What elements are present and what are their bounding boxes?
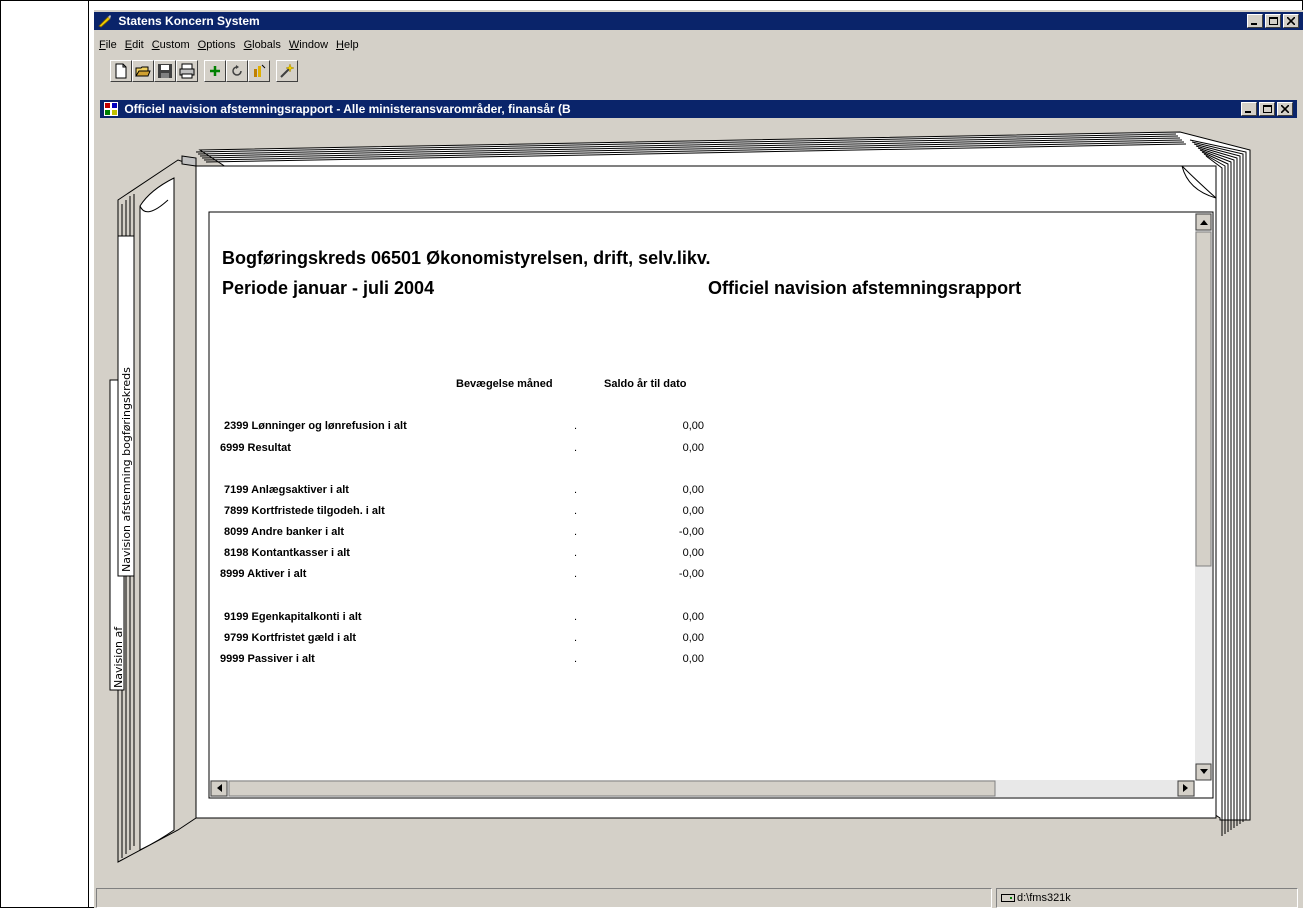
report-row-month-value: . xyxy=(574,653,578,665)
report-row-ytd-value: 0,00 xyxy=(682,505,704,517)
report-row-ytd-value: -0,00 xyxy=(678,568,704,580)
report-horizontal-scrollbar[interactable] xyxy=(210,780,1195,797)
open-button[interactable] xyxy=(132,60,154,82)
refresh-icon xyxy=(232,65,242,76)
app-maximize-button[interactable] xyxy=(1265,14,1281,28)
menu-file[interactable]: File xyxy=(96,36,120,54)
add-button[interactable] xyxy=(204,60,226,82)
menu-custom[interactable]: Custom xyxy=(149,36,193,54)
refresh-button[interactable] xyxy=(226,60,248,82)
menu-edit[interactable]: Edit xyxy=(122,36,147,54)
report-row-ytd-value: 0,00 xyxy=(682,547,704,559)
report-vertical-scrollbar[interactable] xyxy=(1195,213,1212,780)
report-row-label: 9999 Passiver i alt xyxy=(220,653,315,665)
run-report-button[interactable] xyxy=(248,60,270,82)
menu-globals[interactable]: Globals xyxy=(241,36,284,54)
menu-window[interactable]: Window xyxy=(286,36,331,54)
app-window: Statens Koncern System File Edit Custom Opt… xyxy=(94,10,1303,908)
report-row-label: 8999 Aktiver i alt xyxy=(220,568,307,580)
new-document-button[interactable] xyxy=(110,60,132,82)
document-client-area xyxy=(103,122,1294,872)
open-folder-icon xyxy=(135,66,151,77)
app-close-button[interactable] xyxy=(1283,14,1299,28)
save-disk-icon xyxy=(158,64,172,78)
report-row-ytd-value: 0,00 xyxy=(682,420,704,432)
doc-maximize-button[interactable] xyxy=(1259,102,1275,116)
new-document-icon xyxy=(115,63,127,79)
drive-icon xyxy=(1001,894,1015,902)
report-row-ytd-value: -0,00 xyxy=(678,526,704,538)
report-row-ytd-value: 0,00 xyxy=(682,484,704,496)
status-path-panel: d:\fms321k xyxy=(996,888,1298,908)
app-minimize-button[interactable] xyxy=(1247,14,1263,28)
report-row-month-value: . xyxy=(574,442,578,454)
wizard-button[interactable] xyxy=(276,60,298,82)
report-row-label: 8099 Andre banker i alt xyxy=(224,526,345,538)
report-row-month-value: . xyxy=(574,611,578,623)
report-row-label: 9799 Kortfristet gæld i alt xyxy=(224,632,357,644)
app-title: Statens Koncern System xyxy=(118,14,260,28)
status-message-panel xyxy=(96,888,992,908)
print-button[interactable] xyxy=(176,60,198,82)
report-row-label: 7199 Anlægsaktiver i alt xyxy=(224,484,349,496)
report-row-month-value: . xyxy=(574,505,578,517)
report-row-label: 9199 Egenkapitalkonti i alt xyxy=(224,611,362,623)
report-row-month-value: . xyxy=(574,420,578,432)
report-row-label: 8198 Kontantkasser i alt xyxy=(224,547,350,559)
report-row-ytd-value: 0,00 xyxy=(682,632,704,644)
report-row-month-value: . xyxy=(574,484,578,496)
menubar: File Edit Custom Options Globals Window Help xyxy=(94,36,1303,54)
add-plus-icon xyxy=(210,66,220,76)
column-header-month: Bevægelse måned xyxy=(456,378,553,390)
tab-navision-af[interactable]: Navision af xyxy=(112,627,125,688)
app-logo-icon xyxy=(98,14,112,33)
report-row-label: 6999 Resultat xyxy=(220,442,291,454)
report-row-month-value: . xyxy=(574,632,578,644)
document-title: Officiel navision afstemningsrapport - A… xyxy=(124,102,571,116)
document-icon xyxy=(104,102,118,121)
statusbar: d:\fms321k xyxy=(94,886,1303,908)
report-row-month-value: . xyxy=(574,547,578,559)
report-heading: Bogføringskreds 06501 Økonomistyrelsen, … xyxy=(222,248,711,268)
report-row-label: 2399 Lønninger og lønrefusion i alt xyxy=(224,420,407,432)
print-icon xyxy=(179,63,195,79)
report-row-month-value: . xyxy=(574,568,578,580)
report-row-ytd-value: 0,00 xyxy=(682,442,704,454)
report-title: Officiel navision afstemningsrapport xyxy=(708,278,1022,298)
report-row-ytd-value: 0,00 xyxy=(682,611,704,623)
report-row-ytd-value: 0,00 xyxy=(682,653,704,665)
tab-navision-afstemning-bogforingskreds[interactable]: Navision afstemning bogføringskreds xyxy=(120,367,133,572)
document-titlebar[interactable]: Officiel navision afstemningsrapport - A… xyxy=(100,100,1297,118)
wizard-wand-icon xyxy=(280,63,295,78)
report-row-label: 7899 Kortfristede tilgodeh. i alt xyxy=(224,505,385,517)
column-header-ytd: Saldo år til dato xyxy=(604,378,687,390)
menu-options[interactable]: Options xyxy=(195,36,239,54)
run-report-icon xyxy=(254,64,266,77)
left-divider xyxy=(88,0,89,908)
doc-minimize-button[interactable] xyxy=(1241,102,1257,116)
doc-close-button[interactable] xyxy=(1277,102,1293,116)
save-button[interactable] xyxy=(154,60,176,82)
app-titlebar[interactable]: Statens Koncern System xyxy=(94,12,1303,30)
report-period: Periode januar - juli 2004 xyxy=(222,278,435,298)
report-row-month-value: . xyxy=(574,526,578,538)
menu-help[interactable]: Help xyxy=(333,36,362,54)
status-path: d:\fms321k xyxy=(1017,892,1071,904)
